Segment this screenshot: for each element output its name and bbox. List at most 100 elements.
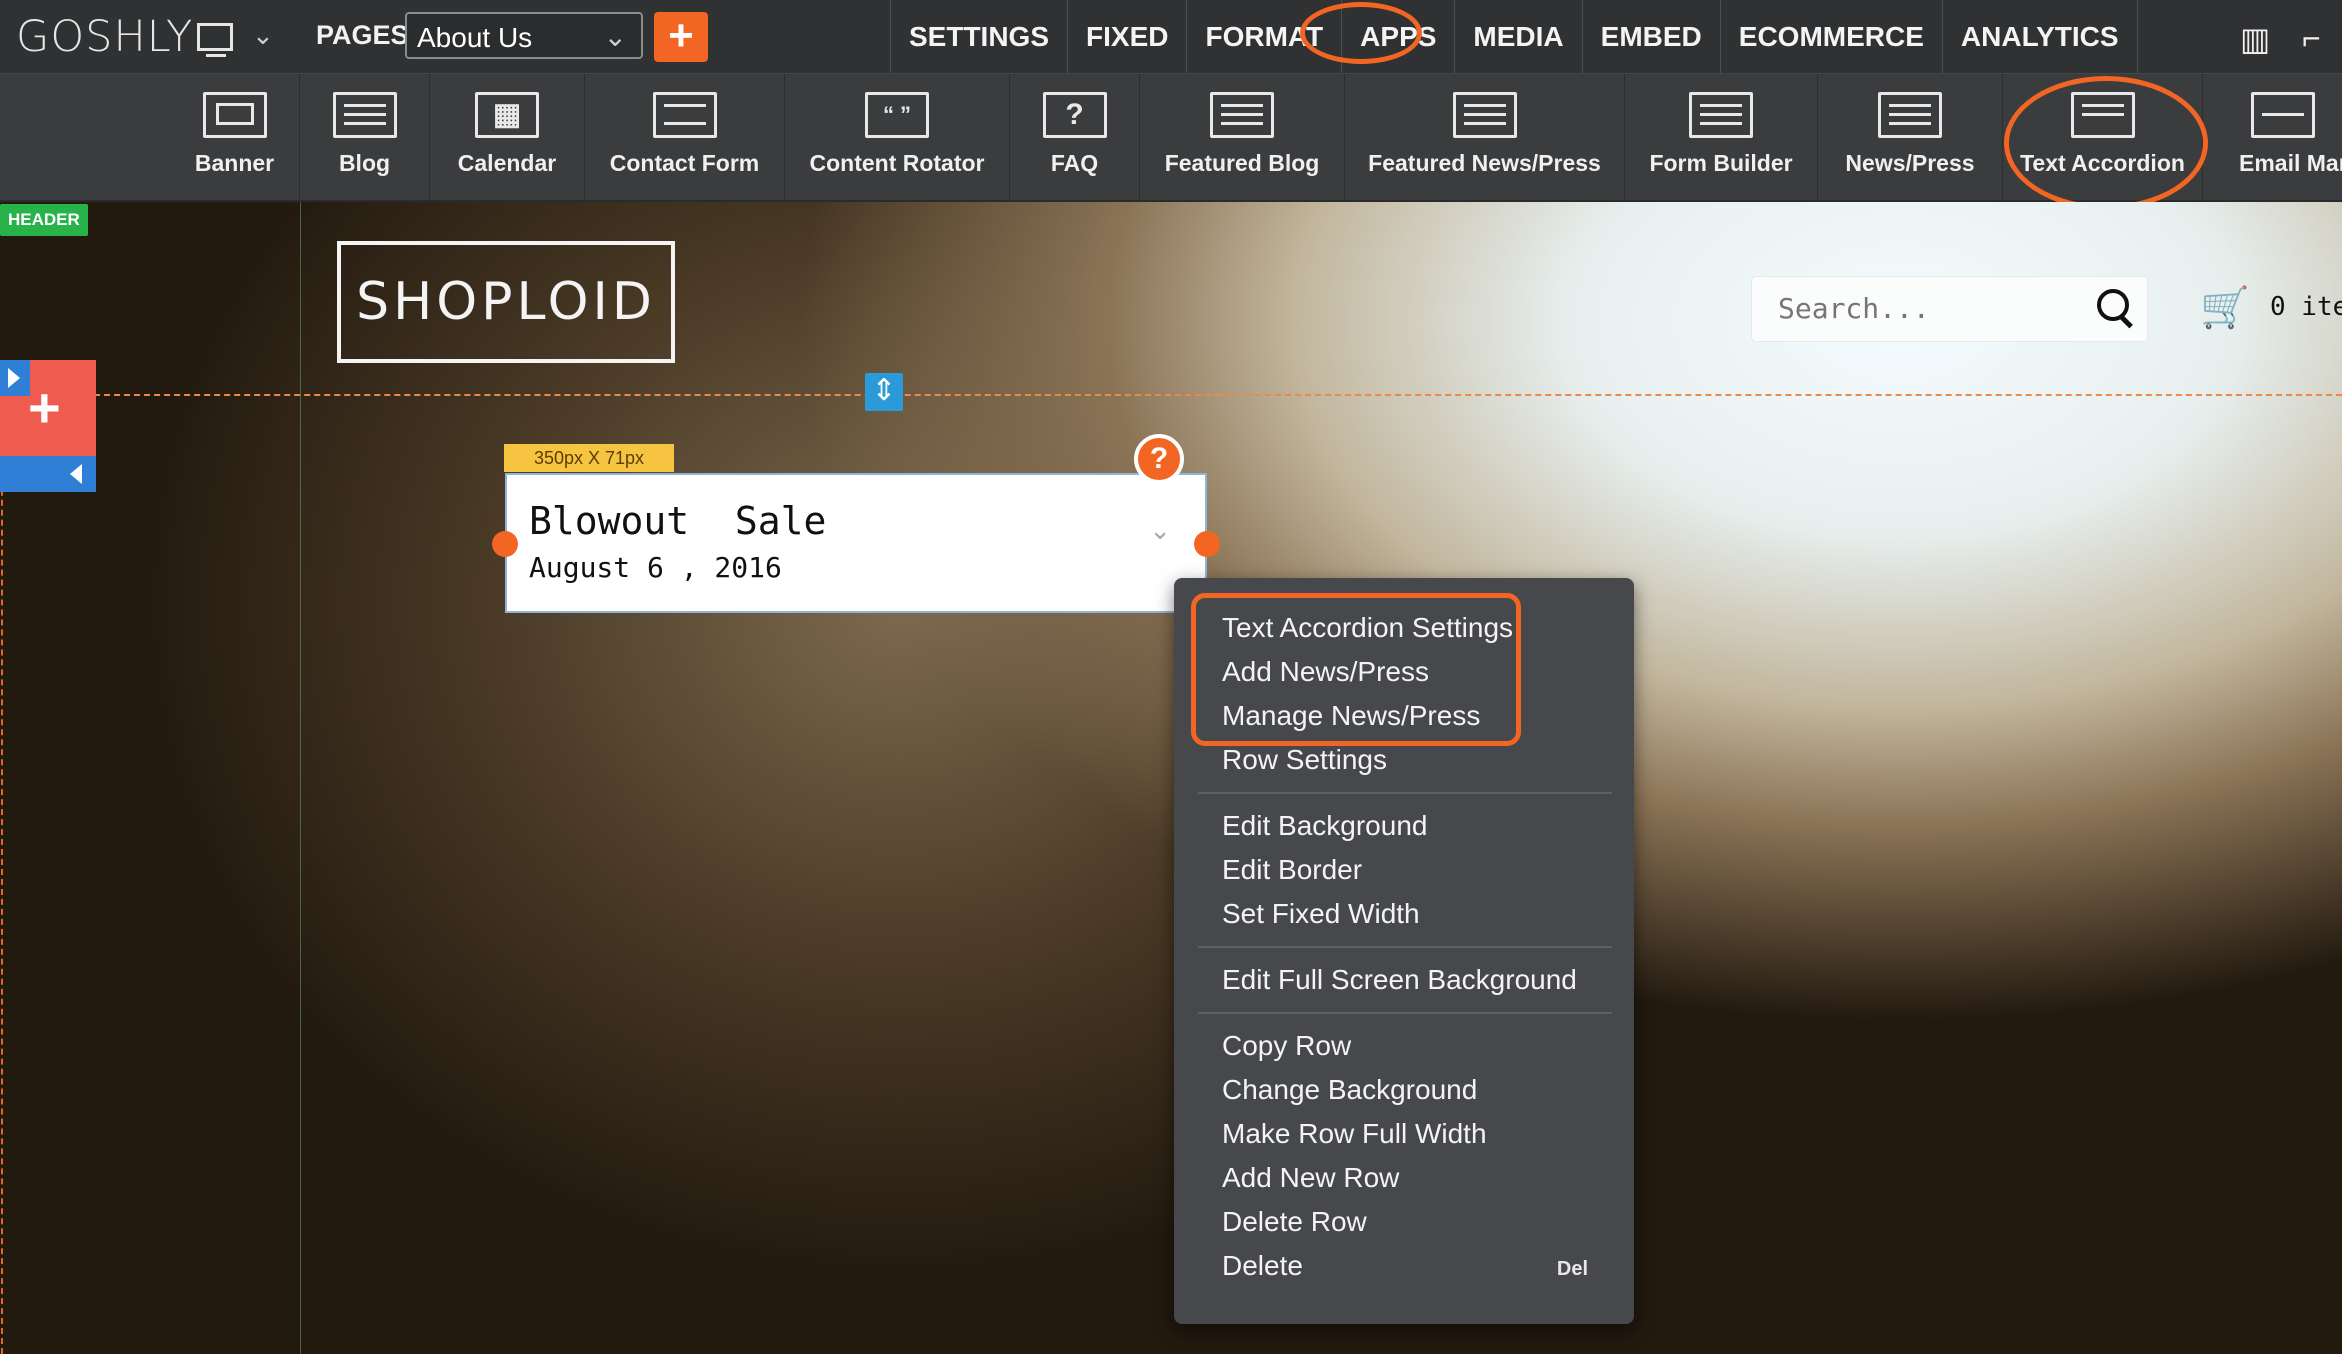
app-label: Calendar xyxy=(457,150,557,176)
app-label: Banner xyxy=(194,150,275,176)
menu-item-copy-row[interactable]: Copy Row xyxy=(1222,1030,1351,1062)
app-label: Blog xyxy=(338,150,391,176)
search-icon[interactable] xyxy=(2097,289,2129,321)
app-text-accordion[interactable]: Text Accordion xyxy=(2003,74,2203,200)
tool-icon[interactable]: ⌐ xyxy=(2302,20,2321,57)
menu-item-set-fixed-width[interactable]: Set Fixed Width xyxy=(1222,898,1420,930)
menu-embed[interactable]: EMBED xyxy=(1583,0,1721,73)
resize-handle-right[interactable] xyxy=(1194,531,1220,557)
site-search[interactable] xyxy=(1751,276,2148,342)
help-icon[interactable]: ? xyxy=(1134,434,1184,484)
page-select-value: About Us xyxy=(417,22,533,53)
menu-item-change-background[interactable]: Change Background xyxy=(1222,1074,1477,1106)
row-resize-handle[interactable]: ⇕ xyxy=(865,373,903,411)
collapse-arrow-icon[interactable] xyxy=(0,456,96,492)
app-calendar[interactable]: ▦ Calendar xyxy=(430,74,585,200)
chevron-down-icon[interactable]: ⌄ xyxy=(252,20,274,51)
row-boundary xyxy=(64,394,2342,396)
menu-media[interactable]: MEDIA xyxy=(1455,0,1583,73)
cart-count[interactable]: 0 ite xyxy=(2270,292,2342,322)
widget-size-tag: 350px X 71px xyxy=(504,444,674,472)
menu-item-add-news-press[interactable]: Add News/Press xyxy=(1222,656,1429,688)
menu-divider xyxy=(1198,1012,1612,1014)
monitor-icon xyxy=(197,23,234,57)
left-guide xyxy=(1,380,4,1354)
page-select[interactable]: About Us ⌄ xyxy=(405,12,643,59)
accordion-title: Blowout Sale xyxy=(529,499,827,543)
app-label: Text Accordion xyxy=(2020,150,2185,176)
menu-ecommerce[interactable]: ECOMMERCE xyxy=(1721,0,1943,73)
app-label: FAQ xyxy=(1050,150,1099,176)
plus-icon[interactable]: + xyxy=(28,380,61,436)
menu-item-edit-full-screen-background[interactable]: Edit Full Screen Background xyxy=(1222,964,1577,996)
accordion-date: August 6 , 2016 xyxy=(529,551,782,584)
resize-handle-left[interactable] xyxy=(492,531,518,557)
app-featured-blog[interactable]: Featured Blog xyxy=(1140,74,1345,200)
text-accordion-icon xyxy=(2070,92,2135,138)
menu-item-edit-background[interactable]: Edit Background xyxy=(1222,810,1427,842)
faq-icon: ? xyxy=(1042,92,1107,138)
menu-item-delete[interactable]: Delete xyxy=(1222,1250,1303,1282)
email-marketing-icon xyxy=(2251,92,2315,138)
column-guide xyxy=(300,202,301,1354)
news-press-icon xyxy=(1878,92,1942,138)
app-label: Email Mar xyxy=(2239,150,2342,176)
banner-icon xyxy=(202,92,267,138)
chevron-down-icon[interactable]: ⌄ xyxy=(1149,515,1171,546)
delete-shortcut: Del xyxy=(1556,1258,1588,1280)
menu-divider xyxy=(1198,792,1612,794)
app-blog[interactable]: Blog xyxy=(300,74,430,200)
app-contact-form[interactable]: Contact Form xyxy=(585,74,785,200)
menu-item-make-row-full-width[interactable]: Make Row Full Width xyxy=(1222,1118,1487,1150)
expand-arrow-icon[interactable] xyxy=(0,360,30,396)
content-rotator-icon: “ ” xyxy=(865,92,929,138)
app-label: Featured News/Press xyxy=(1368,150,1601,176)
header-section-tag[interactable]: HEADER xyxy=(0,204,88,236)
main-menu: SETTINGS FIXED FORMAT APPS MEDIA EMBED E… xyxy=(890,0,2138,73)
add-element-control[interactable]: + xyxy=(0,360,96,496)
text-accordion-widget[interactable]: Blowout Sale August 6 , 2016 ⌄ xyxy=(505,473,1207,613)
app-label: Featured Blog xyxy=(1164,150,1320,176)
menu-item-text-accordion-settings[interactable]: Text Accordion Settings xyxy=(1222,612,1513,644)
app-form-builder[interactable]: Form Builder xyxy=(1625,74,1818,200)
app-banner[interactable]: Banner xyxy=(170,74,300,200)
cart-icon[interactable]: 🛒 xyxy=(2200,284,2250,331)
app-label: Content Rotator xyxy=(809,150,985,176)
menu-format[interactable]: FORMAT xyxy=(1187,0,1343,73)
app-email-marketing[interactable]: Email Mar xyxy=(2203,74,2342,200)
app-featured-news-press[interactable]: Featured News/Press xyxy=(1345,74,1625,200)
page-canvas xyxy=(0,202,2342,1354)
search-input[interactable] xyxy=(1776,291,2080,326)
apps-toolbar: Banner Blog ▦ Calendar Contact Form “ ” … xyxy=(0,74,2342,202)
pages-label: PAGES xyxy=(316,20,409,50)
featured-news-icon xyxy=(1452,92,1517,138)
context-menu: Text Accordion Settings Add News/Press M… xyxy=(1174,578,1634,1324)
app-label: Contact Form xyxy=(609,150,760,176)
columns-icon[interactable]: ▥ xyxy=(2240,20,2270,58)
menu-item-row-settings[interactable]: Row Settings xyxy=(1222,744,1387,776)
contact-form-icon xyxy=(652,92,717,138)
menu-apps[interactable]: APPS xyxy=(1342,0,1456,73)
logo-text: GOSHLY xyxy=(16,12,194,62)
app-label: News/Press xyxy=(1845,150,1975,176)
app-content-rotator[interactable]: “ ” Content Rotator xyxy=(785,74,1010,200)
app-news-press[interactable]: News/Press xyxy=(1818,74,2003,200)
calendar-icon: ▦ xyxy=(475,92,539,138)
form-builder-icon xyxy=(1689,92,1753,138)
blog-icon xyxy=(332,92,397,138)
menu-fixed[interactable]: FIXED xyxy=(1068,0,1188,73)
top-bar: GOSHLY ⌄ PAGES About Us ⌄ + SETTINGS FIX… xyxy=(0,0,2342,74)
menu-settings[interactable]: SETTINGS xyxy=(891,0,1069,73)
featured-blog-icon xyxy=(1210,92,1274,138)
menu-item-manage-news-press[interactable]: Manage News/Press xyxy=(1222,700,1480,732)
menu-item-add-new-row[interactable]: Add New Row xyxy=(1222,1162,1399,1194)
site-logo[interactable]: SHOPLOID xyxy=(337,241,675,363)
add-page-button[interactable]: + xyxy=(654,12,708,62)
app-faq[interactable]: ? FAQ xyxy=(1010,74,1140,200)
chevron-down-icon: ⌄ xyxy=(603,21,627,52)
goshly-logo[interactable]: GOSHLY xyxy=(16,8,234,66)
menu-analytics[interactable]: ANALYTICS xyxy=(1943,0,2138,73)
menu-divider xyxy=(1198,946,1612,948)
menu-item-delete-row[interactable]: Delete Row xyxy=(1222,1206,1367,1238)
menu-item-edit-border[interactable]: Edit Border xyxy=(1222,854,1362,886)
